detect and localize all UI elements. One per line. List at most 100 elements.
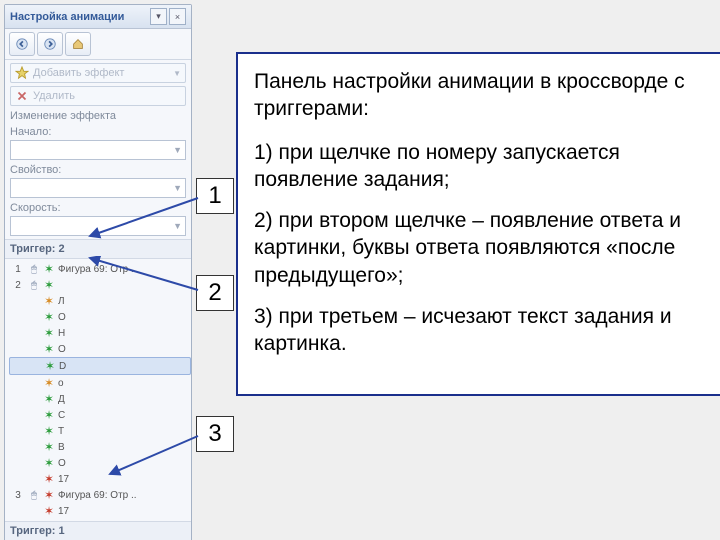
mouse-icon xyxy=(28,473,40,485)
add-effect-button[interactable]: Добавить эффект ▼ xyxy=(10,63,186,83)
panel-toolbar xyxy=(5,29,191,60)
effect-icon: ✶ xyxy=(43,343,55,355)
animation-row[interactable]: ✶Л xyxy=(9,293,191,309)
remove-button[interactable]: Удалить xyxy=(10,86,186,106)
label-2: 2 xyxy=(196,275,234,311)
effect-icon: ✶ xyxy=(43,441,55,453)
mouse-icon xyxy=(28,343,40,355)
effect-icon: ✶ xyxy=(43,377,55,389)
shape-name: Л xyxy=(58,296,65,307)
shape-name: О xyxy=(58,344,66,355)
animation-row[interactable]: 1🖱✶Фигура 69: Отр .. xyxy=(9,261,191,277)
animation-row[interactable]: ✶Д xyxy=(9,391,191,407)
effect-icon: ✶ xyxy=(44,360,56,372)
shape-name: Т xyxy=(58,426,64,437)
shape-name: О xyxy=(58,458,66,469)
mouse-icon xyxy=(28,311,40,323)
mouse-icon xyxy=(28,409,40,421)
mouse-icon xyxy=(29,360,41,372)
callout-heading: Панель настройки анимации в кроссворде с… xyxy=(254,68,708,123)
effect-icon: ✶ xyxy=(43,295,55,307)
mouse-icon xyxy=(28,295,40,307)
effect-icon: ✶ xyxy=(43,473,55,485)
animation-list: 1🖱✶Фигура 69: Отр ..2🖱✶✶Л✶О✶Н✶О✶D✶о✶Д✶С✶… xyxy=(5,259,191,521)
home-button[interactable] xyxy=(65,32,91,56)
chevron-down-icon: ▼ xyxy=(173,69,181,78)
effect-icon: ✶ xyxy=(43,505,55,517)
forward-button[interactable] xyxy=(37,32,63,56)
row-number: 2 xyxy=(11,280,25,291)
shape-name: 17 xyxy=(58,474,69,485)
trigger-group-1: Триггер: 1 xyxy=(5,521,191,540)
start-combo[interactable]: ▼ xyxy=(10,140,186,160)
label-3: 3 xyxy=(196,416,234,452)
shape-name: В xyxy=(58,442,65,453)
speed-label: Скорость: xyxy=(10,202,186,214)
mouse-icon xyxy=(28,327,40,339)
shape-name: о xyxy=(58,378,64,389)
row-number: 3 xyxy=(11,490,25,501)
mouse-icon xyxy=(28,425,40,437)
effect-icon: ✶ xyxy=(43,311,55,323)
effect-icon: ✶ xyxy=(43,457,55,469)
animation-row[interactable]: 3🖱✶Фигура 69: Отр .. xyxy=(9,487,191,503)
effect-icon: ✶ xyxy=(43,263,55,275)
shape-name: Фигура 69: Отр .. xyxy=(58,264,137,275)
mouse-icon xyxy=(28,441,40,453)
effect-icon: ✶ xyxy=(43,327,55,339)
chevron-down-icon: ▼ xyxy=(173,145,182,155)
shape-name: Фигура 69: Отр .. xyxy=(58,490,137,501)
dropdown-button[interactable]: ▾ xyxy=(150,8,167,25)
trigger-group-2: Триггер: 2 xyxy=(5,239,191,259)
mouse-icon: 🖱 xyxy=(28,489,40,501)
start-label: Начало: xyxy=(10,126,186,138)
effect-icon: ✶ xyxy=(43,279,55,291)
animation-panel: Настройка анимации ▾ × Добавить эффект ▼… xyxy=(4,4,192,540)
effect-icon: ✶ xyxy=(43,409,55,421)
close-button[interactable]: × xyxy=(169,8,186,25)
mouse-icon xyxy=(28,377,40,389)
property-combo[interactable]: ▼ xyxy=(10,178,186,198)
delete-icon xyxy=(15,89,29,103)
animation-row[interactable]: ✶В xyxy=(9,439,191,455)
animation-row[interactable]: ✶17 xyxy=(9,471,191,487)
animation-row[interactable]: ✶о xyxy=(9,375,191,391)
effect-icon: ✶ xyxy=(43,489,55,501)
effect-icon: ✶ xyxy=(43,393,55,405)
callout-item-2: 2) при втором щелчке – появление ответа … xyxy=(254,207,708,289)
speed-combo[interactable]: ▼ xyxy=(10,216,186,236)
animation-row[interactable]: ✶О xyxy=(9,309,191,325)
explanation-callout: Панель настройки анимации в кроссворде с… xyxy=(236,52,720,396)
mouse-icon: 🖱 xyxy=(28,279,40,291)
add-effect-label: Добавить эффект xyxy=(33,67,124,79)
mouse-icon xyxy=(28,505,40,517)
shape-name: Д xyxy=(58,394,65,405)
label-1: 1 xyxy=(196,178,234,214)
animation-row[interactable]: ✶D xyxy=(9,357,191,375)
shape-name: 17 xyxy=(58,506,69,517)
change-effect-heading: Изменение эффекта xyxy=(10,110,186,122)
animation-row[interactable]: 2🖱✶ xyxy=(9,277,191,293)
animation-row[interactable]: ✶17 xyxy=(9,503,191,519)
animation-row[interactable]: ✶Н xyxy=(9,325,191,341)
panel-title: Настройка анимации xyxy=(10,11,148,23)
forward-icon xyxy=(43,37,57,51)
mouse-icon xyxy=(28,393,40,405)
animation-row[interactable]: ✶О xyxy=(9,455,191,471)
animation-row[interactable]: ✶О xyxy=(9,341,191,357)
chevron-down-icon: ▼ xyxy=(173,221,182,231)
animation-row[interactable]: ✶Т xyxy=(9,423,191,439)
property-label: Свойство: xyxy=(10,164,186,176)
star-icon xyxy=(15,66,29,80)
shape-name: D xyxy=(59,361,66,372)
effect-icon: ✶ xyxy=(43,425,55,437)
mouse-icon xyxy=(28,457,40,469)
home-icon xyxy=(71,37,85,51)
animation-row[interactable]: ✶С xyxy=(9,407,191,423)
shape-name: С xyxy=(58,410,65,421)
shape-name: Н xyxy=(58,328,65,339)
remove-label: Удалить xyxy=(33,90,75,102)
row-number: 1 xyxy=(11,264,25,275)
callout-item-3: 3) при третьем – исчезают текст задания … xyxy=(254,303,708,358)
back-button[interactable] xyxy=(9,32,35,56)
